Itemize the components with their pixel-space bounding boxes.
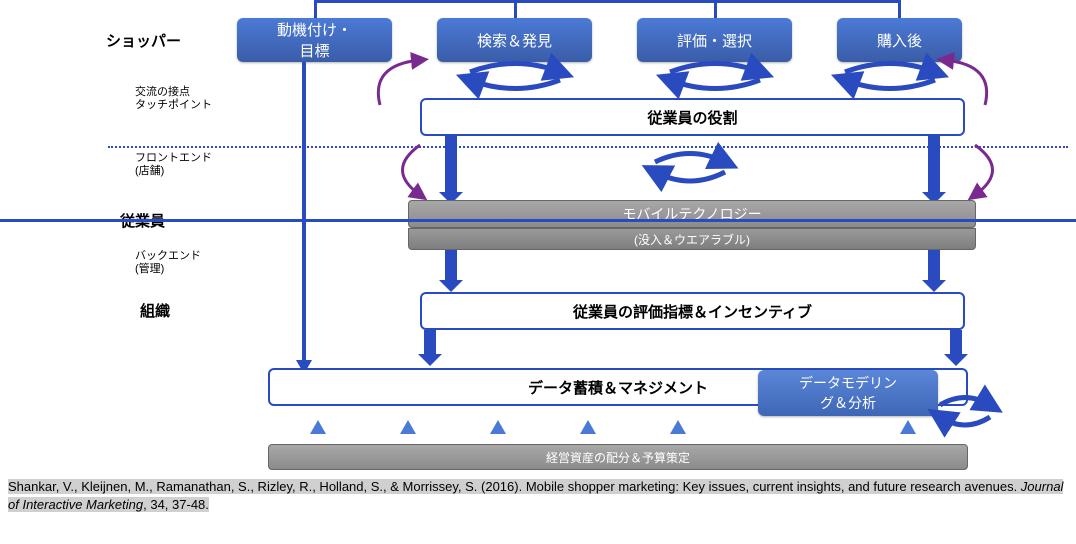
flow-arrow-icon: [424, 330, 436, 354]
stage-motivation: 動機付け・ 目標: [237, 18, 392, 62]
citation-text: Shankar, V., Kleijnen, M., Ramanathan, S…: [8, 478, 1068, 513]
flow-arrow-icon: [928, 250, 940, 280]
citation-rest: , 34, 37-48.: [143, 497, 209, 512]
cycle-icon: [655, 60, 775, 90]
row-label-touchpoint: 交流の接点 タッチポイント: [135, 86, 212, 112]
arrow-up-icon: [310, 420, 326, 434]
divider-employee: [0, 219, 1076, 222]
box-resource: 経営資産の配分＆予算策定: [268, 444, 968, 470]
flow-arrow-icon: [950, 330, 962, 354]
box-mobile-tech-sub: (没入＆ウエアラブル): [408, 228, 976, 250]
cycle-icon: [830, 60, 950, 90]
stage-search: 検索＆発見: [437, 18, 592, 62]
box-mobile-tech: モバイルテクノロジー: [408, 200, 976, 228]
cycle-icon: [930, 395, 1000, 435]
curve-arrow-icon: [380, 140, 440, 200]
row-label-backend: バックエンド (管理): [135, 250, 201, 276]
box-employee-role: 従業員の役割: [420, 98, 965, 136]
flow-arrow-icon: [928, 136, 940, 192]
cycle-icon: [640, 150, 740, 190]
cycle-icon: [455, 60, 575, 90]
arrow-up-icon: [490, 420, 506, 434]
row-label-org: 組織: [140, 300, 170, 321]
row-label-shopper: ショッパー: [106, 30, 181, 51]
box-modeling: データモデリン グ＆分析: [758, 370, 938, 416]
arrow-up-icon: [670, 420, 686, 434]
flow-arrow-icon: [445, 136, 457, 192]
citation-authors: Shankar, V., Kleijnen, M., Ramanathan, S…: [8, 479, 1021, 494]
long-connector: [302, 62, 306, 362]
arrow-up-icon: [580, 420, 596, 434]
stage-evaluate: 評価・選択: [637, 18, 792, 62]
arrow-up-icon: [900, 420, 916, 434]
divider-dotted: [108, 146, 1068, 148]
curve-arrow-icon: [960, 140, 1020, 200]
connector-h: [314, 0, 901, 3]
flow-arrow-icon: [445, 250, 457, 280]
arrow-up-icon: [400, 420, 416, 434]
row-label-frontend: フロントエンド (店舗): [135, 152, 212, 178]
box-incentive: 従業員の評価指標＆インセンティブ: [420, 292, 965, 330]
